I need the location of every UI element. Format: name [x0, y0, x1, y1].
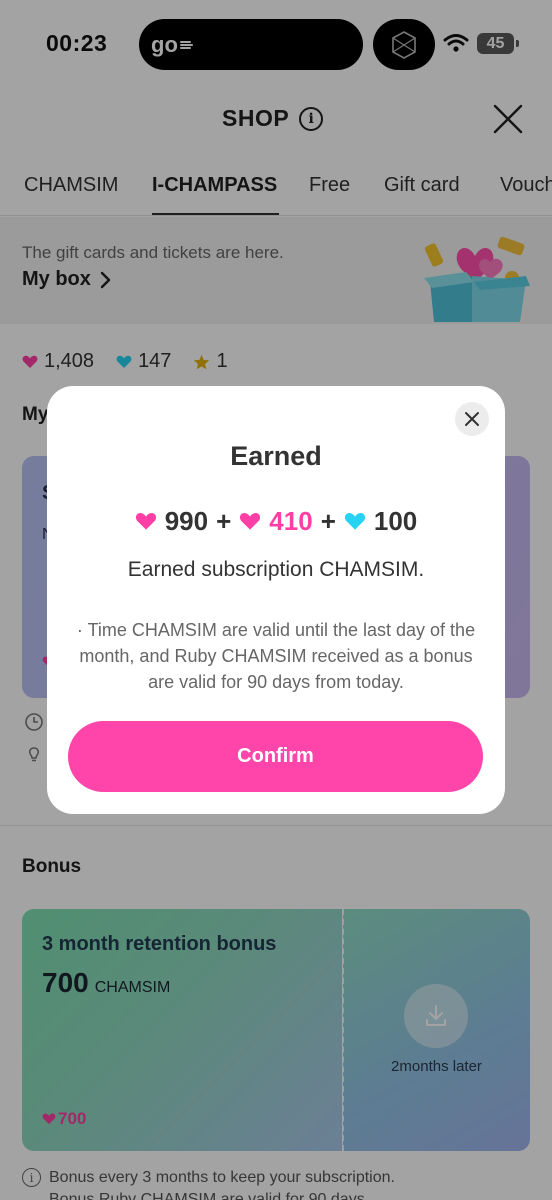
reward-value-3: 100 — [373, 506, 418, 536]
heart-icon — [344, 513, 365, 530]
heart-icon — [135, 513, 156, 530]
plus-sign: + — [320, 506, 336, 536]
plus-sign: + — [216, 506, 232, 536]
ruby-bonus-reward — [239, 512, 261, 531]
time-reward — [344, 512, 366, 531]
close-dialog-button[interactable] — [455, 402, 489, 436]
confirm-button[interactable]: Confirm — [68, 721, 483, 792]
reward-value-1: 990 — [164, 506, 209, 536]
ruby-reward — [135, 512, 157, 531]
close-icon — [465, 412, 479, 426]
dialog-validity-note: · Time CHAMSIM are valid until the last … — [76, 620, 476, 692]
earned-dialog: Earned 990 + 410 + 100 Earned subscripti… — [47, 386, 505, 814]
dialog-description: Earned subscription CHAMSIM. — [127, 558, 425, 581]
dialog-title: Earned — [230, 441, 322, 471]
reward-value-2: 410 — [269, 506, 313, 536]
heart-icon — [240, 513, 261, 530]
reward-summary: 990 + 410 + 100 — [47, 506, 505, 537]
